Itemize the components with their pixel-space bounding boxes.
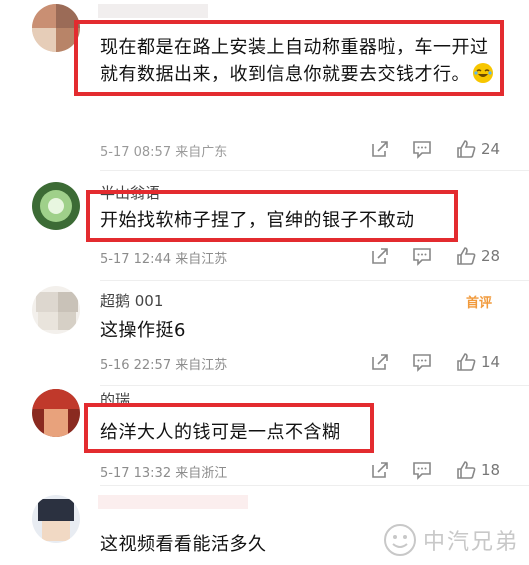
share-icon (372, 354, 388, 370)
comment-actions: 24 (369, 138, 529, 160)
blurred-username (98, 495, 248, 509)
comment-2: 半山翁语 开始找软柿子捏了，官绅的银子不敢动 5-17 12:44 来自江苏 2… (0, 170, 529, 280)
avatar[interactable] (32, 286, 80, 334)
comment-text: 给洋大人的钱可是一点不含糊 (100, 422, 341, 443)
like-count: 18 (481, 461, 501, 479)
blurred-username (98, 4, 208, 18)
like-count: 24 (481, 140, 501, 158)
comment-icon (413, 248, 431, 266)
like-button[interactable]: 14 (455, 351, 500, 373)
like-button[interactable]: 18 (455, 459, 500, 481)
share-icon (372, 462, 388, 478)
share-icon (372, 141, 388, 157)
like-count: 28 (481, 247, 501, 265)
comment-actions: 14 (369, 351, 529, 373)
comment-1: 现在都是在路上安装上自动称重器啦，车一开过 就有数据出来，收到信息你就要去交钱才… (0, 0, 529, 170)
comment-text-line-2: 就有数据出来，收到信息你就要去交钱才行。 (100, 60, 493, 86)
comment-icon (413, 462, 431, 480)
avatar[interactable] (32, 389, 80, 437)
share-button[interactable] (369, 245, 391, 267)
like-button[interactable]: 28 (455, 245, 500, 267)
thumbs-up-icon (457, 353, 476, 371)
thumbs-up-icon (457, 461, 476, 479)
share-button[interactable] (369, 459, 391, 481)
avatar[interactable] (32, 182, 80, 230)
comment-meta: 5-16 22:57 来自江苏 (100, 358, 228, 373)
comment-4: 的瑞 给洋大人的钱可是一点不含糊 5-17 13:32 来自浙江 18 (0, 385, 529, 485)
thumbs-up-icon (457, 247, 476, 265)
comment-icon (413, 354, 431, 372)
comment-text: 开始找软柿子捏了，官绅的银子不敢动 (100, 210, 415, 231)
comment-meta: 5-17 13:32 来自浙江 (100, 466, 228, 481)
comment-text: 这操作挺6 (100, 320, 186, 341)
avatar[interactable] (32, 4, 80, 52)
first-comment-badge: 首评 (466, 296, 493, 311)
thumbs-up-icon (457, 140, 476, 158)
avatar[interactable] (32, 495, 80, 543)
comment-meta: 5-17 08:57 来自广东 (100, 145, 228, 160)
comment-icon (413, 141, 431, 159)
reply-button[interactable] (411, 459, 433, 481)
like-count: 14 (481, 353, 501, 371)
comment-meta: 5-17 12:44 来自江苏 (100, 252, 228, 267)
share-button[interactable] (369, 351, 391, 373)
reply-button[interactable] (411, 351, 433, 373)
reply-button[interactable] (411, 245, 433, 267)
username[interactable]: 超鹅 001 (100, 290, 163, 311)
comment-actions: 18 (369, 459, 529, 481)
watermark-text: 中汽兄弟 (422, 530, 519, 555)
reply-button[interactable] (411, 138, 433, 160)
comment-text: 这视频看看能活多久 (100, 534, 267, 555)
brand-logo-icon (383, 524, 416, 556)
share-button[interactable] (369, 138, 391, 160)
laugh-emoji-icon (473, 63, 493, 83)
comment-3: 超鹅 001 首评 这操作挺6 5-16 22:57 来自江苏 14 (0, 280, 529, 385)
watermark: 中汽兄弟 (383, 523, 519, 557)
comment-text: 现在都是在路上安装上自动称重器啦，车一开过 (100, 37, 489, 58)
share-icon (372, 248, 388, 264)
like-button[interactable]: 24 (455, 138, 500, 160)
comment-actions: 28 (369, 245, 529, 267)
